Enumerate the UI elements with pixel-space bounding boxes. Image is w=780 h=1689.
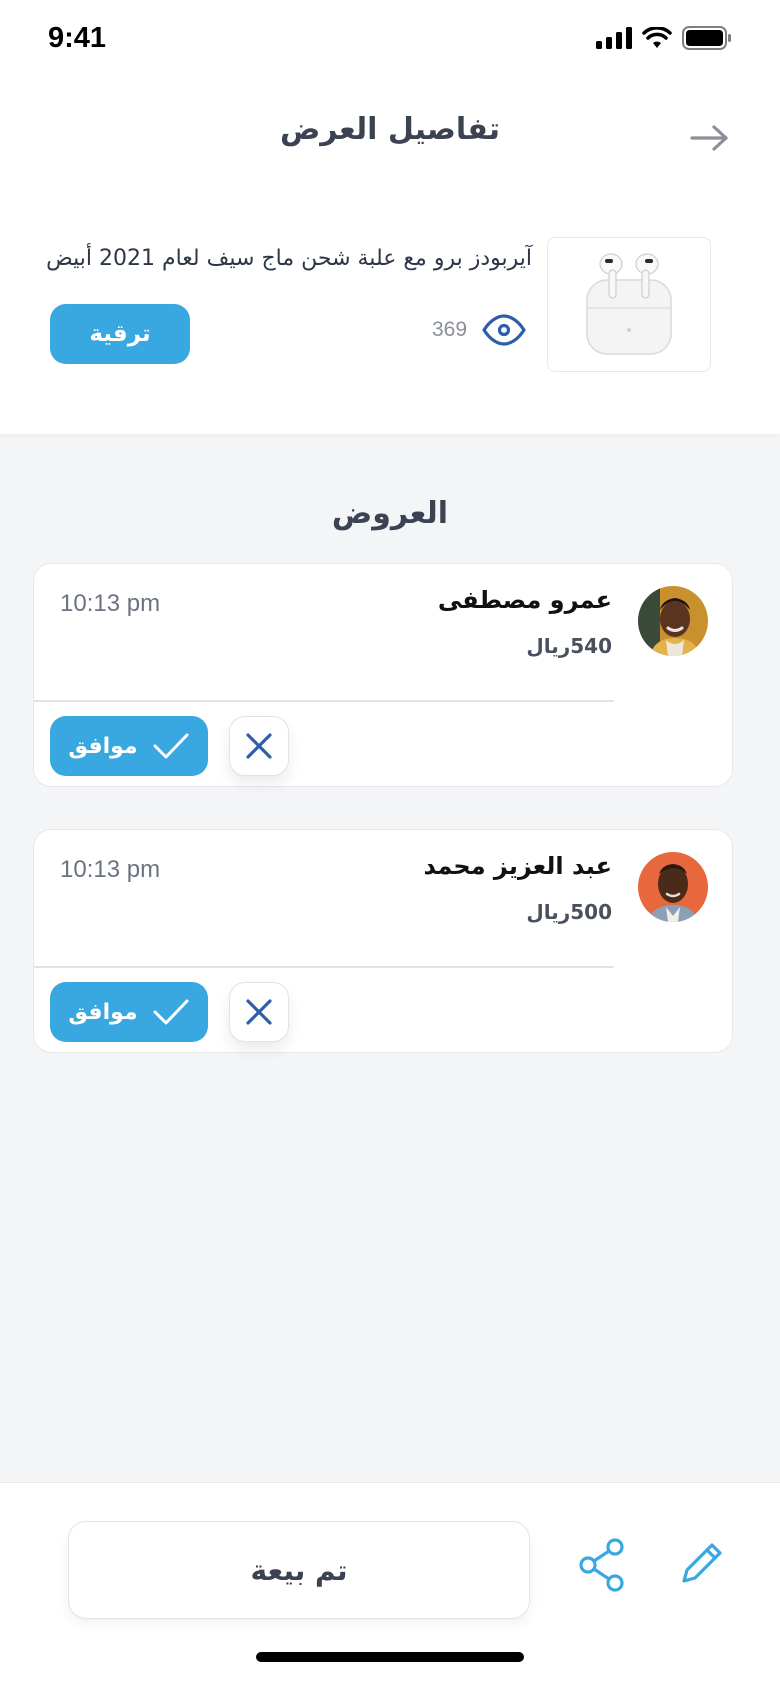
signal-icon — [596, 27, 632, 49]
offers-section-title: العروض — [331, 496, 449, 531]
person-avatar-image — [638, 852, 708, 922]
pencil-icon — [682, 1543, 722, 1583]
offer-price: 540ريال — [526, 634, 612, 658]
home-indicator — [256, 1652, 524, 1662]
avatar[interactable] — [638, 586, 708, 656]
views-counter: 369 — [432, 314, 527, 346]
wifi-icon — [642, 27, 672, 48]
mark-sold-button[interactable]: تم بيعة — [68, 1521, 530, 1619]
share-icon — [579, 1538, 624, 1592]
offer-price: 500ريال — [526, 900, 612, 924]
divider — [34, 700, 614, 702]
edit-button[interactable] — [676, 1537, 728, 1589]
offer-card: عمرو مصطفى 540ريال 10:13 pm موافق — [33, 563, 733, 787]
product-image[interactable] — [547, 237, 711, 372]
status-icons — [596, 26, 732, 50]
divider — [34, 966, 614, 968]
check-icon — [153, 733, 189, 759]
upgrade-button[interactable]: ترقية — [50, 304, 190, 364]
check-icon — [153, 999, 189, 1025]
eye-icon — [482, 314, 526, 346]
arrow-right-icon — [690, 125, 728, 151]
reject-offer-button[interactable] — [229, 716, 289, 776]
accept-label: موافق — [68, 733, 138, 759]
accept-offer-button[interactable]: موافق — [50, 982, 208, 1042]
views-count: 369 — [432, 318, 468, 341]
offer-time: 10:13 pm — [60, 590, 161, 617]
accept-offer-button[interactable]: موافق — [50, 716, 208, 776]
battery-icon — [682, 26, 731, 50]
person-avatar-image — [638, 586, 708, 656]
offer-name: عمرو مصطفى — [437, 586, 612, 614]
product-name: آيربودز برو مع علبة شحن ماج سيف لعام 202… — [46, 246, 532, 271]
offer-card: عبد العزيز محمد 500ريال 10:13 pm موافق — [33, 829, 733, 1053]
close-icon — [246, 733, 272, 759]
product-header-panel: 9:41 تفاصيل العرض آيربودز برو مع علبة شح… — [0, 0, 780, 434]
airpods-image — [586, 252, 672, 355]
accept-label: موافق — [68, 999, 138, 1025]
reject-offer-button[interactable] — [229, 982, 289, 1042]
page-title: تفاصيل العرض — [279, 112, 501, 147]
offer-name: عبد العزيز محمد — [423, 852, 612, 880]
close-icon — [246, 999, 272, 1025]
back-button[interactable] — [688, 120, 732, 156]
share-button[interactable] — [575, 1537, 631, 1593]
avatar[interactable] — [638, 852, 708, 922]
status-time: 9:41 — [48, 22, 107, 54]
offer-time: 10:13 pm — [60, 856, 161, 883]
